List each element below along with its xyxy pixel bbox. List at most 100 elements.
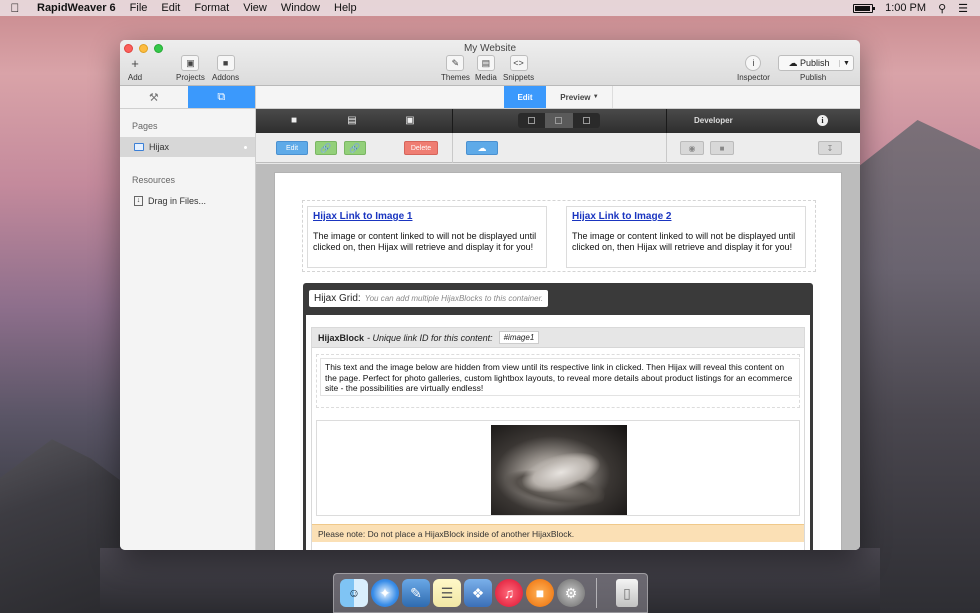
page-indicator-dot <box>244 145 247 149</box>
notification-center-icon[interactable]: ☰ <box>958 2 968 15</box>
view-size-segmented[interactable] <box>518 113 600 128</box>
projects-button[interactable]: ▣ Projects <box>176 55 205 82</box>
mode-bar: Edit Preview ▼ <box>256 86 860 109</box>
chevron-down-icon[interactable]: ▼ <box>839 59 853 67</box>
plugin-toolbar: ■ ▤ ▣ Developer i <box>256 109 860 133</box>
cloud-icon: ☁ <box>477 142 487 153</box>
ibooks-icon[interactable]: ■ <box>526 579 554 607</box>
chevron-down-icon: ▼ <box>592 94 599 100</box>
menu-app-name[interactable]: RapidWeaver 6 <box>30 2 123 14</box>
edit-button[interactable]: Edit <box>276 141 308 155</box>
square-icon <box>528 117 536 124</box>
eye-icon: ◉ <box>688 143 696 153</box>
tab-settings[interactable]: ⚒ <box>120 86 188 108</box>
link-1-description: The image or content linked to will not … <box>313 231 537 252</box>
hands-photo[interactable] <box>491 425 627 515</box>
block-label: HijaxBlock <box>318 332 365 343</box>
link-icon: 🔗 <box>349 142 361 153</box>
app-window: My Website + Add ▣ Projects ■ Addons ✎ T… <box>120 40 860 550</box>
view-large-button[interactable] <box>573 113 600 128</box>
projects-icon: ▣ <box>181 55 200 71</box>
inspector-button[interactable]: i Inspector <box>737 55 770 82</box>
menu-window[interactable]: Window <box>274 2 327 14</box>
block-image-area <box>316 420 800 516</box>
finder-icon[interactable]: ☺ <box>340 579 368 607</box>
lock-icon: ■ <box>719 143 725 153</box>
block-hint: - Unique link ID for this content: <box>367 332 493 343</box>
add-label: Add <box>127 73 143 82</box>
grid-container: HijaxBlock - Unique link ID for this con… <box>306 315 810 550</box>
puzzle-icon: ■ <box>216 55 235 71</box>
visibility-button[interactable]: ◉ <box>680 141 704 155</box>
menu-format[interactable]: Format <box>187 2 236 14</box>
itunes-icon[interactable]: ♫ <box>495 579 523 607</box>
menu-edit[interactable]: Edit <box>154 2 187 14</box>
hijax-link-2[interactable]: Hijax Link to Image 2 <box>572 211 800 222</box>
export-button[interactable]: ↧ <box>818 141 842 155</box>
resources-heading: Resources <box>132 175 176 185</box>
block-header: HijaxBlock - Unique link ID for this con… <box>312 328 804 348</box>
menubar-clock[interactable]: 1:00 PM <box>885 2 926 14</box>
snippets-button[interactable]: <> Snippets <box>503 55 534 82</box>
hijax-link-1[interactable]: Hijax Link to Image 1 <box>313 211 541 222</box>
info-icon[interactable]: i <box>817 115 828 126</box>
grid-hint: You can add multiple HijaxBlocks to this… <box>364 294 544 303</box>
notes-icon[interactable]: ☰ <box>433 579 461 607</box>
view-medium-button[interactable] <box>545 113 573 128</box>
battery-icon[interactable] <box>853 3 876 13</box>
apple-icon[interactable]:  <box>0 1 30 15</box>
preview-app-icon[interactable]: ✎ <box>402 579 430 607</box>
grid-label: Hijax Grid: <box>314 293 361 304</box>
spotlight-search-icon[interactable]: ⚲ <box>938 2 946 15</box>
rapidweaver-icon[interactable]: ❖ <box>464 579 492 607</box>
action-bar-divider <box>666 133 667 163</box>
page-icon <box>134 143 144 151</box>
download-icon: ↧ <box>826 143 834 153</box>
link-row: Hijax Link to Image 1 The image or conte… <box>302 200 816 272</box>
sidebar: ⚒ ⧉ Pages Hijax Resources ↓ Drag in File… <box>120 86 256 550</box>
code-brackets-icon: <> <box>509 55 528 71</box>
media-label: Media <box>475 73 497 82</box>
tab-edit[interactable]: Edit <box>504 86 546 108</box>
menu-view[interactable]: View <box>236 2 274 14</box>
menu-help[interactable]: Help <box>327 2 364 14</box>
window-title: My Website <box>463 43 517 54</box>
box-icon[interactable]: ■ <box>288 115 300 127</box>
hijax-grid: Hijax Grid: You can add multiple HijaxBl… <box>303 283 813 550</box>
themes-button[interactable]: ✎ Themes <box>441 55 470 82</box>
plus-icon: + <box>131 55 139 71</box>
block-id-field[interactable]: #image1 <box>498 331 540 344</box>
cloud-button[interactable]: ☁ <box>466 141 498 155</box>
sidebar-item-hijax[interactable]: Hijax <box>120 137 255 157</box>
tab-pages[interactable]: ⧉ <box>187 86 255 108</box>
info-icon: i <box>745 55 762 71</box>
trash-icon[interactable]: ▯ <box>616 579 638 607</box>
lock-button[interactable]: ■ <box>710 141 734 155</box>
preview-label: Preview <box>560 92 591 102</box>
desktop-mountain-right <box>855 120 980 613</box>
add-button[interactable]: + Add <box>126 55 144 83</box>
delete-button[interactable]: Delete <box>404 141 438 155</box>
addons-button[interactable]: ■ Addons <box>212 55 239 82</box>
grid-header: Hijax Grid: You can add multiple HijaxBl… <box>309 290 549 307</box>
publish-button[interactable]: ☁ Publish ▼ <box>778 55 854 71</box>
titlebar: My Website + Add ▣ Projects ■ Addons ✎ T… <box>120 40 860 86</box>
unlink-button[interactable]: 🔗 <box>344 141 366 155</box>
toolbar-divider <box>666 109 667 133</box>
layout-icon[interactable]: ▤ <box>346 115 358 127</box>
image-icon[interactable]: ▣ <box>404 115 416 127</box>
safari-icon[interactable]: ✦ <box>371 579 399 607</box>
projects-label: Projects <box>176 73 205 82</box>
media-button[interactable]: ▤ Media <box>475 55 497 82</box>
sidebar-item-drag-files[interactable]: ↓ Drag in Files... <box>120 191 255 211</box>
menu-file[interactable]: File <box>123 2 155 14</box>
link-2-description: The image or content linked to will not … <box>572 231 796 252</box>
link-box-1: Hijax Link to Image 1 The image or conte… <box>307 206 547 268</box>
block-text[interactable]: This text and the image below are hidden… <box>320 358 800 396</box>
toolbar-divider <box>452 109 453 133</box>
view-small-button[interactable] <box>518 113 545 128</box>
sidebar-item-label: Hijax <box>149 142 170 152</box>
link-button[interactable]: 🔗 <box>315 141 337 155</box>
tab-preview[interactable]: Preview ▼ <box>547 86 613 108</box>
system-preferences-icon[interactable]: ⚙ <box>557 579 585 607</box>
